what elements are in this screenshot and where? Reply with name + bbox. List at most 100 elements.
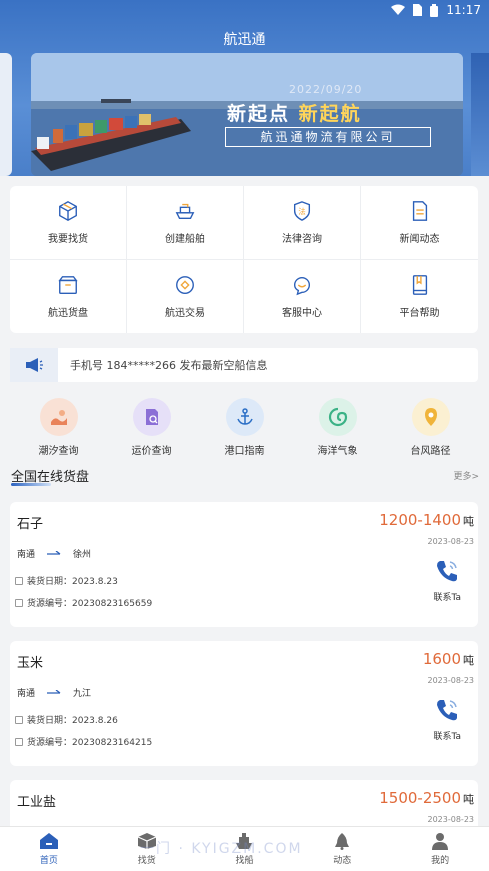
route-to: 徐州 xyxy=(73,550,92,560)
nav-profile[interactable]: 我的 xyxy=(391,827,489,871)
tool-label: 潮汐查询 xyxy=(38,446,79,457)
tool-port-guide[interactable]: 港口指南 xyxy=(205,398,285,458)
menu-item-label: 我要找货 xyxy=(48,233,88,245)
tools-row: 潮汐查询 运价查询 港口指南 海洋气象 台风路径 xyxy=(0,398,489,458)
cargo-price: 1200-1400 吨 xyxy=(379,511,474,529)
nav-label: 首页 xyxy=(39,856,58,866)
app-title: 航迅通 xyxy=(223,32,266,48)
megaphone-icon xyxy=(10,348,58,382)
main-menu-grid: 我要找货 创建船舶 法 法律咨询 新闻动态 航迅货盘 航迅交易 客服中心 平台帮… xyxy=(10,186,478,333)
trade-coin-icon xyxy=(176,275,194,294)
cargo-post-date: 2023-08-23 xyxy=(427,815,475,824)
menu-item-customer-service[interactable]: 客服中心 xyxy=(244,259,361,333)
cargo-card[interactable]: 工业盐 1500-2500 吨 2023-08-23 xyxy=(10,780,478,826)
price-unit: 吨 xyxy=(463,515,474,528)
find-cargo-icon xyxy=(137,833,156,849)
menu-item-platform-help[interactable]: 平台帮助 xyxy=(361,260,478,334)
tool-freight-price-query[interactable]: 运价查询 xyxy=(112,398,192,458)
tool-label: 港口指南 xyxy=(224,446,265,457)
cargo-card[interactable]: 玉米 1600 吨 2023-08-23 南通 九江 装货日期：2023.8.26… xyxy=(10,641,478,766)
banner-next-peek[interactable] xyxy=(471,53,489,176)
nav-label: 找货 xyxy=(137,856,156,866)
freight-price-icon xyxy=(132,398,171,436)
ocean-weather-icon xyxy=(318,398,357,436)
svg-text:法: 法 xyxy=(298,207,305,216)
tool-label: 运价查询 xyxy=(131,446,172,457)
cargo-name: 工业盐 xyxy=(17,795,57,810)
route-arrow-icon xyxy=(47,550,61,555)
cargo-post-date: 2023-08-23 xyxy=(427,537,475,546)
menu-item-news[interactable]: 新闻动态 xyxy=(361,186,478,260)
phone-icon xyxy=(437,561,458,582)
nav-home[interactable]: 首页 xyxy=(0,827,98,871)
source-no-row: 货源编号：20230823165659 xyxy=(15,596,152,609)
nav-find-ship[interactable]: 找船 xyxy=(196,827,294,871)
contact-button[interactable]: 联系Ta xyxy=(433,558,461,603)
source-no: 货源编号：20230823165659 xyxy=(27,599,153,609)
source-no: 货源编号：20230823164215 xyxy=(27,738,153,748)
document-icon xyxy=(15,598,23,607)
typhoon-icon xyxy=(411,398,450,436)
phone-icon xyxy=(437,700,458,721)
price-value: 1600 xyxy=(422,650,461,668)
calendar-icon xyxy=(15,715,23,724)
cargo-card[interactable]: 石子 1200-1400 吨 2023-08-23 南通 徐州 装货日期：2023… xyxy=(10,502,478,627)
section-header: 全国在线货盘 更多> xyxy=(11,466,479,488)
banner-slogan-1: 新起点 xyxy=(227,103,291,125)
tool-tide-query[interactable]: 潮汐查询 xyxy=(19,398,99,458)
source-no-row: 货源编号：20230823164215 xyxy=(15,735,152,748)
load-date: 装货日期：2023.8.26 xyxy=(27,716,118,726)
pallet-icon xyxy=(58,275,78,294)
contact-button[interactable]: 联系Ta xyxy=(433,697,461,742)
notice-text: 手机号 184*****266 发布最新空船信息 xyxy=(70,359,268,372)
cargo-route: 南通 徐州 xyxy=(17,547,91,560)
banner-prev-peek[interactable] xyxy=(0,53,12,176)
calendar-icon xyxy=(15,576,23,585)
wifi-icon xyxy=(391,4,406,15)
banner-carousel[interactable]: 2022/09/20 新起点 新起航 航迅通物流有限公司 xyxy=(31,53,463,176)
find-ship-icon xyxy=(236,833,253,849)
notice-bar[interactable]: 手机号 184*****266 发布最新空船信息 xyxy=(10,348,478,382)
nav-label: 找船 xyxy=(235,856,254,866)
cargo-price: 1500-2500 吨 xyxy=(379,789,474,807)
menu-item-label: 客服中心 xyxy=(282,307,322,319)
banner-company: 航迅通物流有限公司 xyxy=(225,127,431,147)
tool-typhoon-path[interactable]: 台风路径 xyxy=(391,398,471,458)
help-book-icon xyxy=(412,274,427,295)
cargo-price: 1600 吨 xyxy=(423,650,474,668)
nav-find-cargo[interactable]: 找货 xyxy=(98,827,196,871)
load-date-row: 装货日期：2023.8.23 xyxy=(15,574,118,587)
load-date-row: 装货日期：2023.8.26 xyxy=(15,713,118,726)
more-link[interactable]: 更多> xyxy=(453,469,479,482)
news-doc-icon xyxy=(412,200,427,221)
status-time: 11:17 xyxy=(446,3,481,17)
cargo-box-icon xyxy=(59,200,77,221)
home-icon xyxy=(39,833,58,849)
menu-item-create-ship[interactable]: 创建船舶 xyxy=(127,186,244,260)
sim-icon xyxy=(413,4,423,16)
menu-item-label: 创建船舶 xyxy=(165,233,205,245)
section-title-underline xyxy=(11,483,51,486)
menu-item-find-cargo[interactable]: 我要找货 xyxy=(10,186,127,260)
cargo-name: 玉米 xyxy=(17,656,44,671)
menu-item-label: 法律咨询 xyxy=(282,233,322,245)
menu-item-label: 平台帮助 xyxy=(399,307,440,319)
menu-item-legal-advice[interactable]: 法 法律咨询 xyxy=(244,186,361,260)
anchor-icon xyxy=(225,398,264,436)
cargo-name: 石子 xyxy=(17,517,44,532)
price-value: 1500-2500 xyxy=(379,789,461,807)
cargo-route: 南通 九江 xyxy=(17,686,91,699)
tool-ocean-weather[interactable]: 海洋气象 xyxy=(298,398,378,458)
price-value: 1200-1400 xyxy=(379,511,461,529)
menu-item-trade[interactable]: 航迅交易 xyxy=(127,259,244,333)
load-date: 装货日期：2023.8.23 xyxy=(27,577,118,587)
nav-label: 动态 xyxy=(333,856,352,866)
menu-item-label: 航迅交易 xyxy=(165,307,205,319)
status-bar: 11:17 xyxy=(0,0,489,22)
menu-item-cargo-pallet[interactable]: 航迅货盘 xyxy=(10,259,127,333)
nav-news-feed[interactable]: 动态 xyxy=(293,827,391,871)
route-to: 九江 xyxy=(73,689,92,699)
ship-icon xyxy=(175,203,195,219)
battery-icon xyxy=(430,3,439,17)
profile-icon xyxy=(432,833,449,850)
